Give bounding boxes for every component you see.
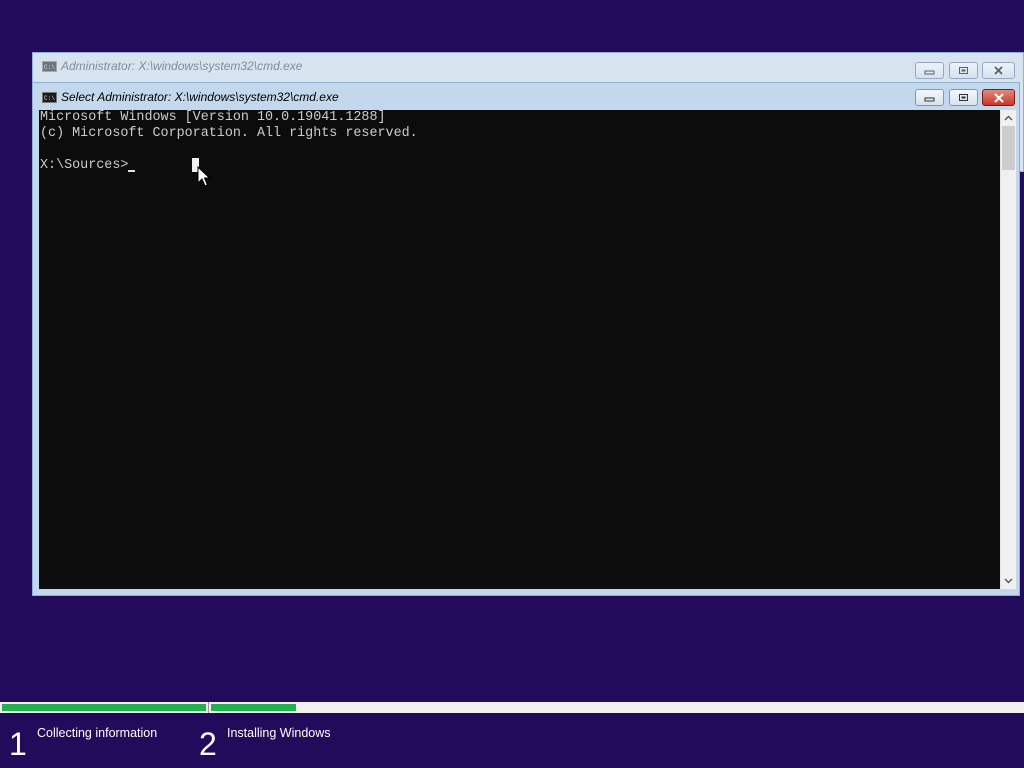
cmd-window[interactable]: C:\ Select Administrator: X:\windows\sys… xyxy=(32,82,1020,596)
restore-button[interactable] xyxy=(949,62,978,79)
step-label-installing-windows: Installing Windows xyxy=(227,726,331,740)
scroll-down-button[interactable] xyxy=(1001,573,1016,589)
window-title: Select Administrator: X:\windows\system3… xyxy=(61,90,339,104)
progress-step-2 xyxy=(209,702,1024,713)
vertical-scrollbar[interactable] xyxy=(1000,110,1016,589)
console-line-copyright: (c) Microsoft Corporation. All rights re… xyxy=(40,126,418,141)
setup-progress-bar xyxy=(0,702,1024,713)
step-number-2: 2 xyxy=(199,726,217,762)
cmd-icon: C:\ xyxy=(42,92,57,103)
chevron-down-icon xyxy=(1004,578,1013,584)
minimize-icon xyxy=(924,70,935,75)
close-icon xyxy=(993,92,1004,103)
console-prompt: X:\Sources> xyxy=(40,158,129,173)
step-number-1: 1 xyxy=(9,726,27,762)
restore-icon xyxy=(959,94,968,101)
console-output[interactable]: Microsoft Windows [Version 10.0.19041.12… xyxy=(39,110,1000,589)
progress-step-1 xyxy=(0,702,209,713)
mouse-pointer-icon xyxy=(197,166,211,187)
restore-button[interactable] xyxy=(949,89,978,106)
svg-text:C:\: C:\ xyxy=(44,95,55,102)
restore-icon xyxy=(959,67,968,74)
minimize-button[interactable] xyxy=(915,89,944,106)
title-bar[interactable]: C:\ Administrator: X:\windows\system32\c… xyxy=(33,53,1023,79)
minimize-icon xyxy=(924,97,935,102)
title-bar[interactable]: C:\ Select Administrator: X:\windows\sys… xyxy=(33,83,1019,109)
scroll-thumb[interactable] xyxy=(1002,126,1015,170)
cmd-icon: C:\ xyxy=(42,61,57,72)
progress-fill-step-2 xyxy=(211,704,296,711)
progress-fill-step-1 xyxy=(2,704,206,711)
close-button[interactable] xyxy=(982,89,1015,106)
close-icon xyxy=(994,66,1003,75)
chevron-up-icon xyxy=(1004,115,1013,121)
scroll-up-button[interactable] xyxy=(1001,110,1016,126)
step-label-collecting-information: Collecting information xyxy=(37,726,158,740)
window-title: Administrator: X:\windows\system32\cmd.e… xyxy=(61,59,303,73)
close-button[interactable] xyxy=(982,62,1015,79)
text-caret xyxy=(128,170,135,172)
svg-text:C:\: C:\ xyxy=(44,64,55,71)
console-line-version: Microsoft Windows [Version 10.0.19041.12… xyxy=(40,110,386,125)
minimize-button[interactable] xyxy=(915,62,944,79)
